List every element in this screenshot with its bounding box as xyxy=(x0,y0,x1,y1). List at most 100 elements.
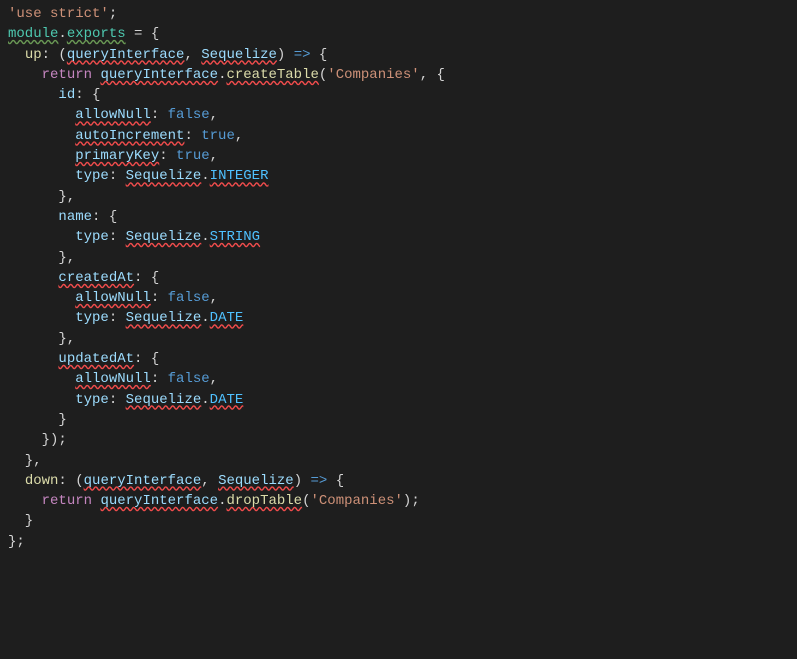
code-line[interactable]: updatedAt: { xyxy=(8,349,797,369)
code-line[interactable]: allowNull: false, xyxy=(8,105,797,125)
code-token: }, xyxy=(8,250,75,266)
code-line[interactable]: type: Sequelize.INTEGER xyxy=(8,166,797,186)
code-token xyxy=(8,107,75,123)
code-token: . xyxy=(201,310,209,326)
code-token: : xyxy=(109,168,126,184)
code-token xyxy=(8,473,25,489)
code-token xyxy=(8,209,58,225)
code-line[interactable]: 'use strict'; xyxy=(8,4,797,24)
code-line[interactable]: primaryKey: true, xyxy=(8,146,797,166)
code-token: => xyxy=(294,47,311,63)
code-token: : ( xyxy=(58,473,83,489)
code-line[interactable]: type: Sequelize.DATE xyxy=(8,390,797,410)
code-token: 'Companies' xyxy=(311,493,403,509)
code-line[interactable]: module.exports = { xyxy=(8,24,797,44)
code-token: queryInterface xyxy=(84,473,202,489)
code-token: up xyxy=(25,47,42,63)
code-line[interactable]: return queryInterface.createTable('Compa… xyxy=(8,65,797,85)
code-token xyxy=(8,47,25,63)
code-line[interactable]: id: { xyxy=(8,85,797,105)
code-line[interactable]: }, xyxy=(8,248,797,268)
code-token: : xyxy=(184,128,201,144)
code-token: { xyxy=(311,47,328,63)
code-token: , xyxy=(210,371,218,387)
code-token: , xyxy=(235,128,243,144)
code-token: queryInterface xyxy=(100,67,218,83)
code-token: } xyxy=(8,513,33,529)
code-editor[interactable]: 'use strict';module.exports = { up: (que… xyxy=(0,0,797,556)
code-line[interactable]: up: (queryInterface, Sequelize) => { xyxy=(8,45,797,65)
code-token xyxy=(8,371,75,387)
code-line[interactable]: name: { xyxy=(8,207,797,227)
code-line[interactable]: createdAt: { xyxy=(8,268,797,288)
code-line[interactable]: type: Sequelize.STRING xyxy=(8,227,797,247)
code-token: Sequelize xyxy=(126,168,202,184)
code-line[interactable]: }); xyxy=(8,430,797,450)
code-token: createTable xyxy=(226,67,318,83)
code-line[interactable]: type: Sequelize.DATE xyxy=(8,308,797,328)
code-token: : { xyxy=(134,270,159,286)
code-line[interactable]: } xyxy=(8,410,797,430)
code-token: : { xyxy=(92,209,117,225)
code-line[interactable]: allowNull: false, xyxy=(8,369,797,389)
code-token: allowNull xyxy=(75,290,151,306)
code-line[interactable]: allowNull: false, xyxy=(8,288,797,308)
code-token: }, xyxy=(8,189,75,205)
code-token: }, xyxy=(8,453,42,469)
code-token: , xyxy=(184,47,201,63)
code-token: true xyxy=(176,148,210,164)
code-token xyxy=(8,128,75,144)
code-token: }, xyxy=(8,331,75,347)
code-line[interactable]: }, xyxy=(8,329,797,349)
code-token: dropTable xyxy=(226,493,302,509)
code-line[interactable]: down: (queryInterface, Sequelize) => { xyxy=(8,471,797,491)
code-token xyxy=(8,351,58,367)
code-token: }; xyxy=(8,534,25,550)
code-token: : xyxy=(151,290,168,306)
code-token xyxy=(8,67,42,83)
code-line[interactable]: }, xyxy=(8,187,797,207)
code-token: updatedAt xyxy=(58,351,134,367)
code-line[interactable]: autoIncrement: true, xyxy=(8,126,797,146)
code-token: : xyxy=(109,229,126,245)
code-token: , { xyxy=(420,67,445,83)
code-token: INTEGER xyxy=(210,168,269,184)
code-token: 'Companies' xyxy=(327,67,419,83)
code-token: } xyxy=(8,412,67,428)
code-token: down xyxy=(25,473,59,489)
code-line[interactable]: return queryInterface.dropTable('Compani… xyxy=(8,491,797,511)
code-token: createdAt xyxy=(58,270,134,286)
code-token: : xyxy=(159,148,176,164)
code-line[interactable]: } xyxy=(8,511,797,531)
code-token xyxy=(8,229,75,245)
code-token: . xyxy=(201,168,209,184)
code-token: Sequelize xyxy=(126,229,202,245)
code-token: ); xyxy=(403,493,420,509)
code-token xyxy=(8,493,42,509)
code-token: . xyxy=(201,229,209,245)
code-token: . xyxy=(58,26,66,42)
code-token: : xyxy=(151,371,168,387)
code-token: , xyxy=(210,290,218,306)
code-token: name xyxy=(58,209,92,225)
code-token: Sequelize xyxy=(126,392,202,408)
code-line[interactable]: }; xyxy=(8,532,797,552)
code-token: 'use strict' xyxy=(8,6,109,22)
code-line[interactable]: }, xyxy=(8,451,797,471)
code-token: STRING xyxy=(210,229,260,245)
code-token: ; xyxy=(109,6,117,22)
code-token: . xyxy=(201,392,209,408)
code-token: autoIncrement xyxy=(75,128,184,144)
code-token: allowNull xyxy=(75,371,151,387)
code-token: : { xyxy=(75,87,100,103)
code-token: primaryKey xyxy=(75,148,159,164)
code-token: module xyxy=(8,26,58,42)
code-token: { xyxy=(327,473,344,489)
code-token xyxy=(8,270,58,286)
code-token: type xyxy=(75,310,109,326)
code-token xyxy=(8,392,75,408)
code-token xyxy=(8,87,58,103)
code-token: id xyxy=(58,87,75,103)
code-token: Sequelize xyxy=(126,310,202,326)
code-token xyxy=(8,310,75,326)
